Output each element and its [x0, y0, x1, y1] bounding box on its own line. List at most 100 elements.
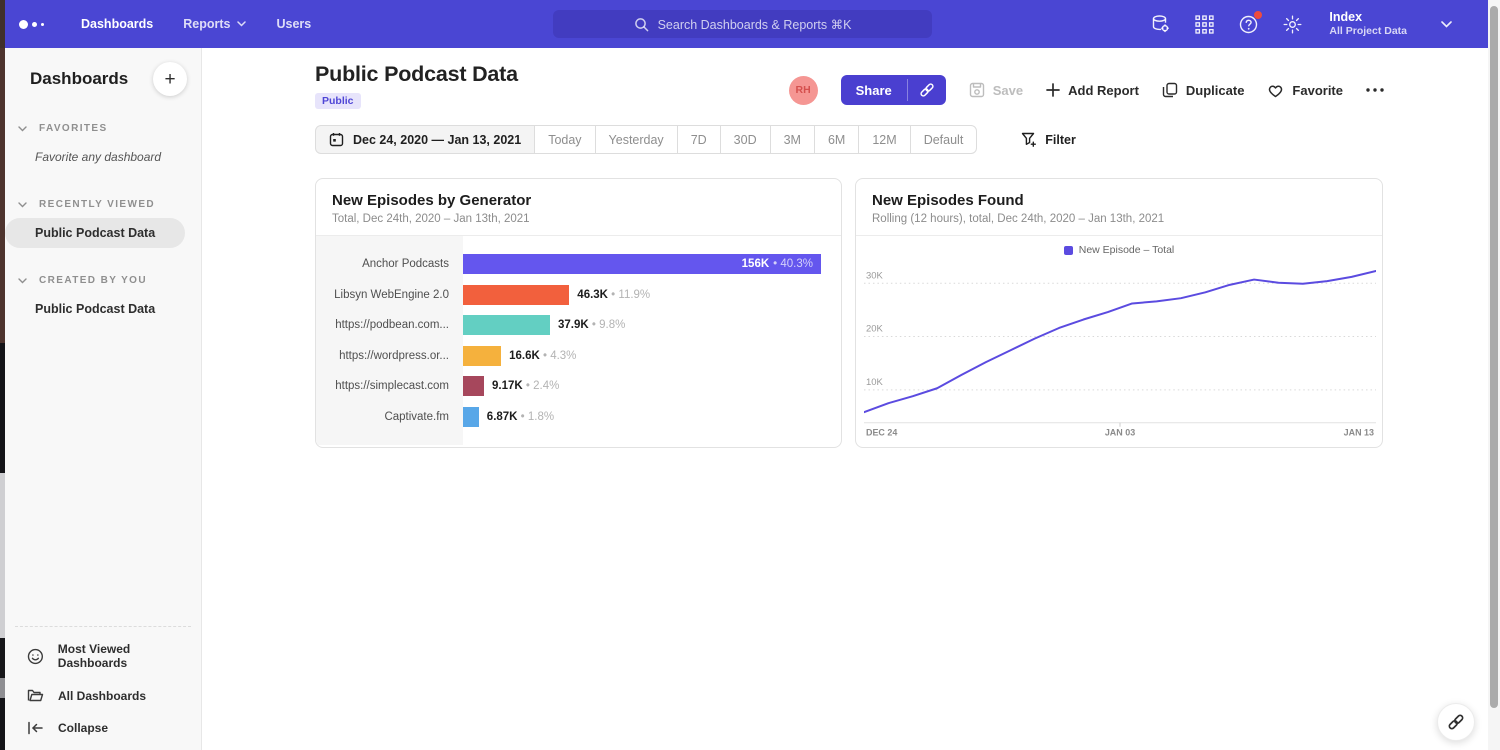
bar-segment[interactable]: 156K • 40.3% [463, 254, 821, 274]
nav-item-label: Reports [183, 17, 230, 31]
nav-item-reports[interactable]: Reports [168, 0, 261, 48]
filter-button[interactable]: Filter [1015, 131, 1082, 149]
chevron-down-icon [18, 202, 27, 208]
bar-value-label: 16.6K • 4.3% [509, 350, 576, 362]
favorite-button[interactable]: Favorite [1267, 83, 1343, 98]
sidebar-section-created-by-you[interactable]: CREATED BY YOU [5, 275, 201, 286]
smiley-icon [27, 648, 44, 665]
preset-today[interactable]: Today [534, 125, 595, 154]
card-title: New Episodes Found [872, 192, 1366, 209]
favorite-label: Favorite [1292, 83, 1343, 98]
share-button[interactable]: Share [841, 75, 907, 105]
chevron-down-icon [18, 278, 27, 284]
legend-item[interactable]: New Episode – Total [864, 244, 1374, 256]
sidebar-section-favorites[interactable]: FAVORITES [5, 123, 201, 134]
legend-swatch [1064, 246, 1073, 255]
preset-12m[interactable]: 12M [858, 125, 910, 154]
help-icon[interactable] [1237, 13, 1259, 35]
data-management-icon[interactable] [1149, 13, 1171, 35]
date-range-label: Dec 24, 2020 — Jan 13, 2021 [353, 133, 521, 147]
date-range-control: Dec 24, 2020 — Jan 13, 2021 TodayYesterd… [315, 125, 977, 154]
duplicate-icon [1162, 82, 1178, 98]
save-icon [969, 82, 985, 98]
main-content: Public Podcast Data Public RH Share [202, 48, 1500, 750]
bar-segment[interactable] [463, 315, 550, 335]
preset-6m[interactable]: 6M [814, 125, 859, 154]
report-card-new-episodes-found: New Episodes Found Rolling (12 hours), t… [855, 178, 1383, 448]
svg-text:10K: 10K [866, 377, 884, 388]
search-input[interactable]: Search Dashboards & Reports ⌘K [553, 10, 932, 38]
bar-segment[interactable] [463, 346, 501, 366]
bar-segment[interactable] [463, 407, 479, 427]
nav-item-users[interactable]: Users [261, 0, 326, 48]
nav-item-dashboards[interactable]: Dashboards [66, 0, 168, 48]
copy-link-button[interactable] [908, 75, 946, 105]
chevron-down-icon [18, 126, 27, 132]
app-logo-icon[interactable] [19, 20, 44, 29]
scrollbar-thumb[interactable] [1490, 6, 1498, 708]
bar-category-label: https://podbean.com... [316, 319, 463, 331]
save-label: Save [993, 83, 1023, 98]
preset-7d[interactable]: 7D [677, 125, 721, 154]
line-chart[interactable]: 30K 20K 10K DEC 24 JAN 03 JAN 13 [864, 260, 1376, 436]
add-dashboard-button[interactable]: + [153, 62, 187, 96]
bar-row: Libsyn WebEngine 2.0 46.3K • 11.9% [316, 280, 841, 311]
link-icon [919, 82, 935, 98]
bar-value-label: 6.87K • 1.8% [487, 411, 554, 423]
bar-segment[interactable] [463, 285, 569, 305]
report-card-new-episodes-by-generator: New Episodes by Generator Total, Dec 24t… [315, 178, 842, 448]
add-report-button[interactable]: Add Report [1046, 83, 1139, 98]
footer-item-label: All Dashboards [58, 689, 146, 703]
filter-label: Filter [1045, 133, 1076, 147]
folder-icon [27, 688, 44, 703]
filter-funnel-icon [1021, 132, 1037, 148]
duplicate-button[interactable]: Duplicate [1162, 82, 1245, 98]
page-title: Public Podcast Data [315, 62, 518, 87]
preset-30d[interactable]: 30D [720, 125, 771, 154]
bar-row: https://simplecast.com 9.17K • 2.4% [316, 371, 841, 402]
sidebar-item-public-podcast-data-created[interactable]: Public Podcast Data [5, 294, 185, 324]
preset-default[interactable]: Default [910, 125, 978, 154]
all-dashboards-button[interactable]: All Dashboards [5, 679, 201, 712]
save-button[interactable]: Save [969, 82, 1023, 98]
svg-text:JAN 03: JAN 03 [1105, 428, 1135, 436]
preset-yesterday[interactable]: Yesterday [595, 125, 678, 154]
settings-gear-icon[interactable] [1281, 13, 1303, 35]
bar-segment[interactable] [463, 376, 484, 396]
plus-icon [1046, 83, 1060, 97]
chevron-down-icon[interactable] [1441, 21, 1452, 28]
section-label: RECENTLY VIEWED [39, 199, 155, 210]
bar-row: https://wordpress.or...16.6K • 4.3% [316, 341, 841, 372]
sidebar-item-public-podcast-data[interactable]: Public Podcast Data [5, 218, 185, 248]
svg-text:30K: 30K [866, 270, 884, 281]
bar-value-label: 9.17K • 2.4% [492, 380, 559, 392]
svg-text:20K: 20K [866, 324, 884, 335]
bar-category-label: https://simplecast.com [316, 380, 463, 392]
sidebar-title: Dashboards [30, 69, 128, 89]
bar-row: Anchor Podcasts156K • 40.3% [316, 249, 841, 280]
project-selector[interactable]: Index All Project Data [1329, 10, 1407, 38]
ellipsis-icon [1366, 88, 1384, 92]
sidebar: Dashboards + FAVORITES Favorite any dash… [5, 48, 202, 750]
duplicate-label: Duplicate [1186, 83, 1245, 98]
svg-text:JAN 13: JAN 13 [1344, 428, 1374, 436]
preset-3m[interactable]: 3M [770, 125, 815, 154]
most-viewed-dashboards-button[interactable]: Most Viewed Dashboards [5, 633, 201, 679]
add-report-label: Add Report [1068, 83, 1139, 98]
bar-row: Captivate.fm 6.87K • 1.8% [316, 402, 841, 433]
copy-dashboard-link-button[interactable] [1437, 703, 1475, 741]
collapse-sidebar-button[interactable]: Collapse [5, 712, 201, 744]
nav-item-label: Dashboards [81, 17, 153, 31]
bar-value-label: 46.3K • 11.9% [577, 289, 650, 301]
date-range-button[interactable]: Dec 24, 2020 — Jan 13, 2021 [315, 125, 535, 154]
apps-grid-icon[interactable] [1193, 13, 1215, 35]
more-options-button[interactable] [1366, 88, 1384, 92]
svg-text:DEC 24: DEC 24 [866, 428, 897, 436]
bar-value-label: 156K [742, 258, 770, 270]
bar-category-label: Libsyn WebEngine 2.0 [316, 289, 463, 301]
avatar[interactable]: RH [789, 76, 818, 105]
footer-item-label: Collapse [58, 721, 108, 735]
bar-category-label: Captivate.fm [316, 411, 463, 423]
sidebar-section-recently-viewed[interactable]: RECENTLY VIEWED [5, 199, 201, 210]
bar-category-label: Anchor Podcasts [316, 258, 463, 270]
